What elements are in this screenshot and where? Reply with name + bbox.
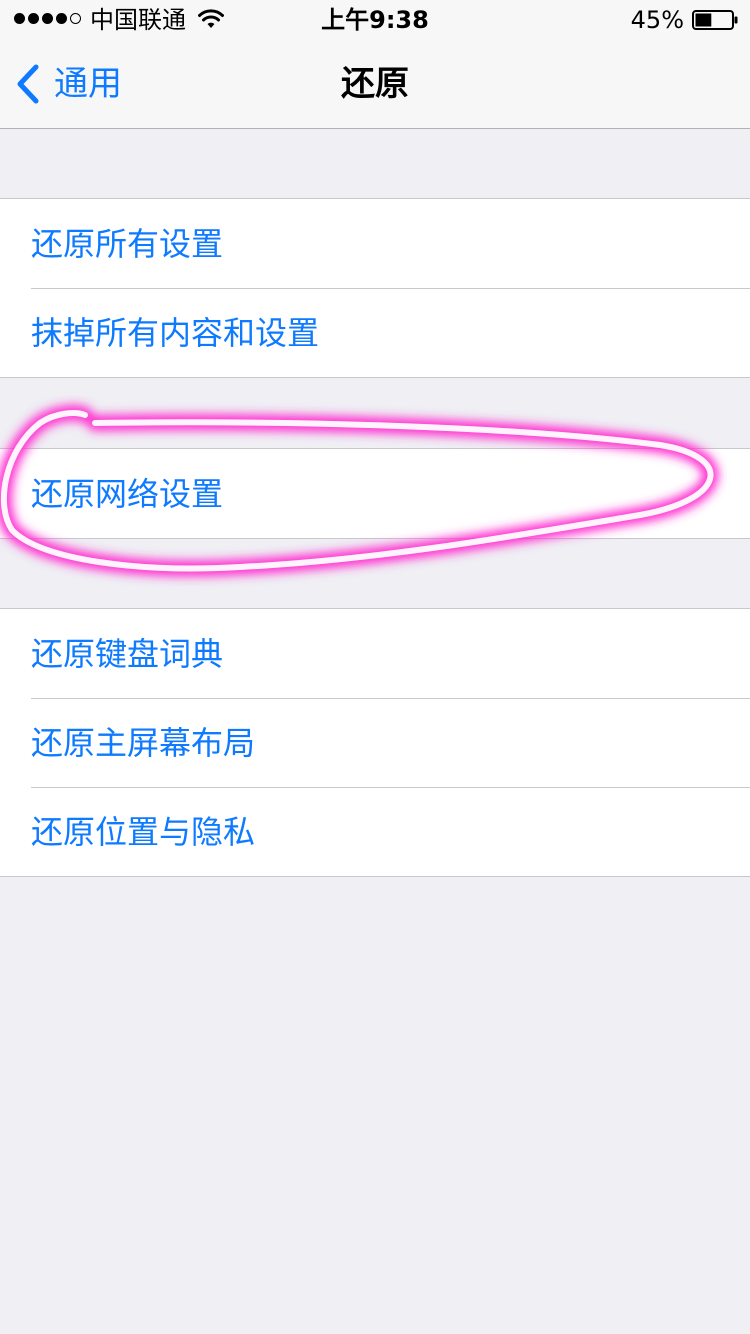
reset-home-screen-layout-row[interactable]: 还原主屏幕布局: [0, 698, 750, 787]
reset-location-privacy-row[interactable]: 还原位置与隐私: [0, 787, 750, 876]
reset-group-2: 还原网络设置: [0, 448, 750, 539]
page-title: 还原: [341, 64, 409, 104]
reset-keyboard-dictionary-row[interactable]: 还原键盘词典: [0, 609, 750, 698]
battery-icon: [692, 10, 738, 30]
reset-group-3: 还原键盘词典 还原主屏幕布局 还原位置与隐私: [0, 608, 750, 877]
reset-network-settings-label: 还原网络设置: [31, 474, 224, 513]
reset-all-settings-row[interactable]: 还原所有设置: [0, 199, 750, 288]
reset-group-1: 还原所有设置 抹掉所有内容和设置: [0, 198, 750, 378]
navigation-bar: 通用 还原: [0, 40, 750, 129]
reset-network-settings-row[interactable]: 还原网络设置: [0, 449, 750, 538]
battery-percent: 45%: [630, 6, 684, 34]
erase-all-content-row[interactable]: 抹掉所有内容和设置: [0, 288, 750, 377]
status-bar: 中国联通 上午9:38 45%: [0, 0, 750, 40]
reset-all-settings-label: 还原所有设置: [31, 224, 224, 263]
reset-keyboard-dictionary-label: 还原键盘词典: [31, 634, 224, 673]
reset-home-screen-layout-label: 还原主屏幕布局: [31, 723, 256, 762]
reset-location-privacy-label: 还原位置与隐私: [31, 812, 256, 851]
erase-all-content-label: 抹掉所有内容和设置: [31, 313, 320, 352]
